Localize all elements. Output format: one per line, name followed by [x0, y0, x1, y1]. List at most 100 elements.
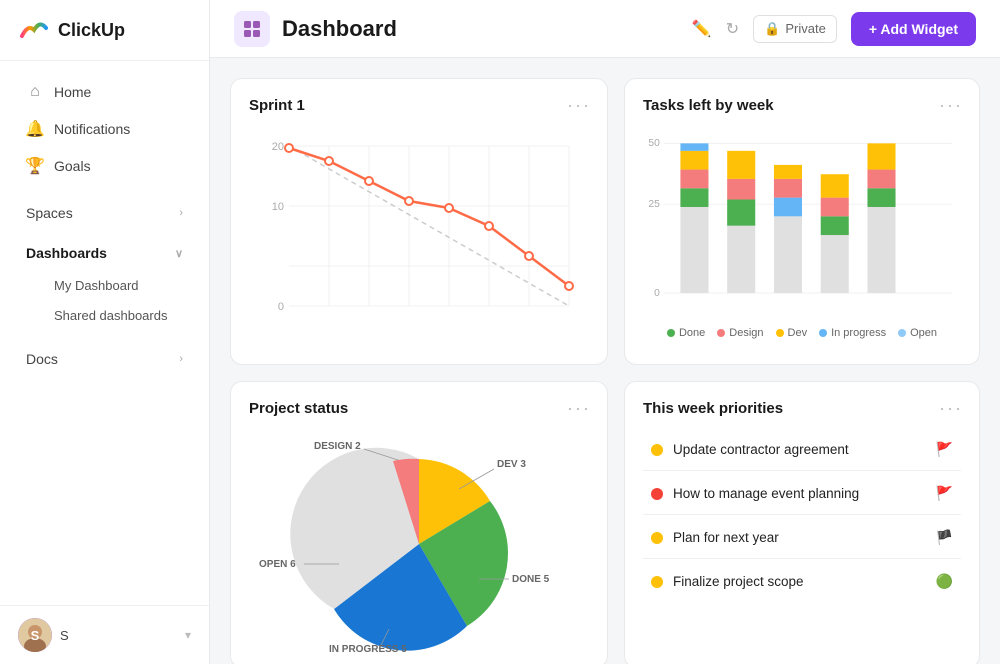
- sidebar-item-spaces[interactable]: Spaces ›: [8, 196, 201, 230]
- chevron-down-icon: ∨: [175, 247, 183, 260]
- priority-dot-4: [651, 576, 663, 588]
- svg-text:20: 20: [272, 141, 284, 153]
- sprint-widget: Sprint 1 ··· 2: [230, 78, 608, 365]
- pie-chart: DEV 3 DONE 5 IN PROGRESS 5 OPEN 6 DESIGN…: [249, 429, 589, 649]
- avatar-initial: S: [31, 628, 40, 643]
- project-status-widget: Project status ··· DEV 3: [230, 381, 608, 664]
- tasks-widget-menu[interactable]: ···: [939, 95, 963, 116]
- main-content: Dashboard ✏️ ↻ 🔒 Private + Add Widget Sp…: [210, 0, 1000, 664]
- tasks-widget: Tasks left by week ··· 50 25 0: [624, 78, 980, 365]
- priority-item-3-text: Plan for next year: [673, 530, 779, 545]
- logo: ClickUp: [0, 0, 209, 61]
- goals-icon: 🏆: [26, 157, 44, 175]
- open-dot: [898, 329, 906, 337]
- priority-item-3: Plan for next year 🏴: [643, 517, 961, 559]
- priority-dot-1: [651, 444, 663, 456]
- priority-flag-3: 🏴: [936, 529, 953, 546]
- legend-open: Open: [898, 327, 937, 339]
- priority-item-2: How to manage event planning 🚩: [643, 473, 961, 515]
- legend-done: Done: [667, 327, 705, 339]
- design-dot: [717, 329, 725, 337]
- priority-list: Update contractor agreement 🚩 How to man…: [643, 429, 961, 602]
- priority-item-2-left: How to manage event planning: [651, 486, 859, 501]
- sidebar-footer: S S ▾: [0, 605, 209, 664]
- sidebar-item-goals-label: Goals: [54, 158, 91, 174]
- svg-text:IN PROGRESS 5: IN PROGRESS 5: [329, 644, 407, 654]
- dev-dot: [776, 329, 784, 337]
- svg-text:0: 0: [278, 301, 284, 313]
- page-title: Dashboard: [282, 16, 680, 42]
- sidebar-item-home-label: Home: [54, 84, 91, 100]
- svg-text:DEV 3: DEV 3: [497, 459, 526, 470]
- sidebar-item-my-dashboard[interactable]: My Dashboard: [8, 271, 201, 300]
- pie-chart-svg: DEV 3 DONE 5 IN PROGRESS 5 OPEN 6 DESIGN…: [249, 424, 589, 654]
- add-widget-button[interactable]: + Add Widget: [851, 12, 976, 46]
- header: Dashboard ✏️ ↻ 🔒 Private + Add Widget: [210, 0, 1000, 58]
- sidebar-item-goals[interactable]: 🏆 Goals: [8, 148, 201, 184]
- sidebar-item-docs[interactable]: Docs ›: [8, 342, 201, 376]
- sprint-widget-menu[interactable]: ···: [567, 95, 591, 116]
- priority-item-4: Finalize project scope 🟢: [643, 561, 961, 602]
- legend-in-progress: In progress: [819, 327, 886, 339]
- project-status-menu[interactable]: ···: [567, 398, 591, 419]
- private-label: Private: [785, 21, 825, 36]
- edit-icon[interactable]: ✏️: [692, 19, 712, 39]
- in-progress-dot: [819, 329, 827, 337]
- priority-flag-1: 🚩: [936, 441, 953, 458]
- svg-text:0: 0: [654, 288, 660, 299]
- svg-text:DONE 5: DONE 5: [512, 574, 550, 585]
- tasks-widget-title: Tasks left by week: [643, 97, 961, 114]
- priorities-widget: This week priorities ··· Update contract…: [624, 381, 980, 664]
- my-dashboard-label: My Dashboard: [54, 278, 139, 293]
- bar-chart: 50 25 0: [643, 126, 961, 346]
- done-dot: [667, 329, 675, 337]
- svg-text:25: 25: [648, 199, 660, 210]
- sidebar-item-notifications[interactable]: 🔔 Notifications: [8, 111, 201, 147]
- spaces-label: Spaces: [26, 205, 73, 221]
- dev-label: Dev: [788, 327, 808, 339]
- sidebar-item-shared-dashboards[interactable]: Shared dashboards: [8, 301, 201, 330]
- chevron-right-icon: ›: [179, 207, 183, 219]
- grid-icon: [242, 19, 262, 39]
- priority-flag-4: 🟢: [936, 573, 953, 590]
- sidebar-item-dashboards[interactable]: Dashboards ∨: [8, 236, 201, 270]
- svg-text:10: 10: [272, 201, 284, 213]
- priorities-widget-menu[interactable]: ···: [939, 398, 963, 419]
- priority-item-3-left: Plan for next year: [651, 530, 779, 545]
- project-status-title: Project status: [249, 400, 589, 417]
- sprint-widget-title: Sprint 1: [249, 97, 589, 114]
- bar-chart-legend: Done Design Dev In progress: [643, 327, 961, 339]
- dashboard-grid-icon: [234, 11, 270, 47]
- header-actions: ✏️ ↻ 🔒 Private + Add Widget: [692, 12, 976, 46]
- svg-text:DESIGN 2: DESIGN 2: [314, 441, 361, 452]
- priority-item-2-text: How to manage event planning: [673, 486, 859, 501]
- bar-chart-svg: 50 25 0: [643, 126, 961, 316]
- priority-item-4-left: Finalize project scope: [651, 574, 804, 589]
- dashboards-label: Dashboards: [26, 245, 107, 261]
- username: S: [60, 628, 177, 643]
- svg-text:OPEN 6: OPEN 6: [259, 559, 296, 570]
- burndown-chart-svg: 20 10 0: [249, 126, 589, 326]
- priority-dot-2: [651, 488, 663, 500]
- legend-dev: Dev: [776, 327, 808, 339]
- priority-flag-2: 🚩: [936, 485, 953, 502]
- docs-label: Docs: [26, 351, 58, 367]
- shared-dashboards-label: Shared dashboards: [54, 308, 167, 323]
- logo-text: ClickUp: [58, 20, 125, 41]
- design-label: Design: [729, 327, 763, 339]
- sidebar-item-home[interactable]: ⌂ Home: [8, 74, 201, 110]
- legend-design: Design: [717, 327, 763, 339]
- priority-item-1-text: Update contractor agreement: [673, 442, 849, 457]
- priorities-widget-title: This week priorities: [643, 400, 961, 417]
- priority-item-4-text: Finalize project scope: [673, 574, 804, 589]
- user-avatar[interactable]: S: [18, 618, 52, 652]
- dashboard-grid: Sprint 1 ··· 2: [210, 58, 1000, 664]
- refresh-icon[interactable]: ↻: [726, 19, 739, 39]
- done-label: Done: [679, 327, 705, 339]
- sidebar-nav: ⌂ Home 🔔 Notifications 🏆 Goals Spaces › …: [0, 61, 209, 605]
- clickup-logo-icon: [18, 14, 50, 46]
- user-menu-icon[interactable]: ▾: [185, 628, 191, 642]
- private-badge[interactable]: 🔒 Private: [753, 15, 837, 43]
- bell-icon: 🔔: [26, 120, 44, 138]
- lock-icon: 🔒: [764, 21, 780, 37]
